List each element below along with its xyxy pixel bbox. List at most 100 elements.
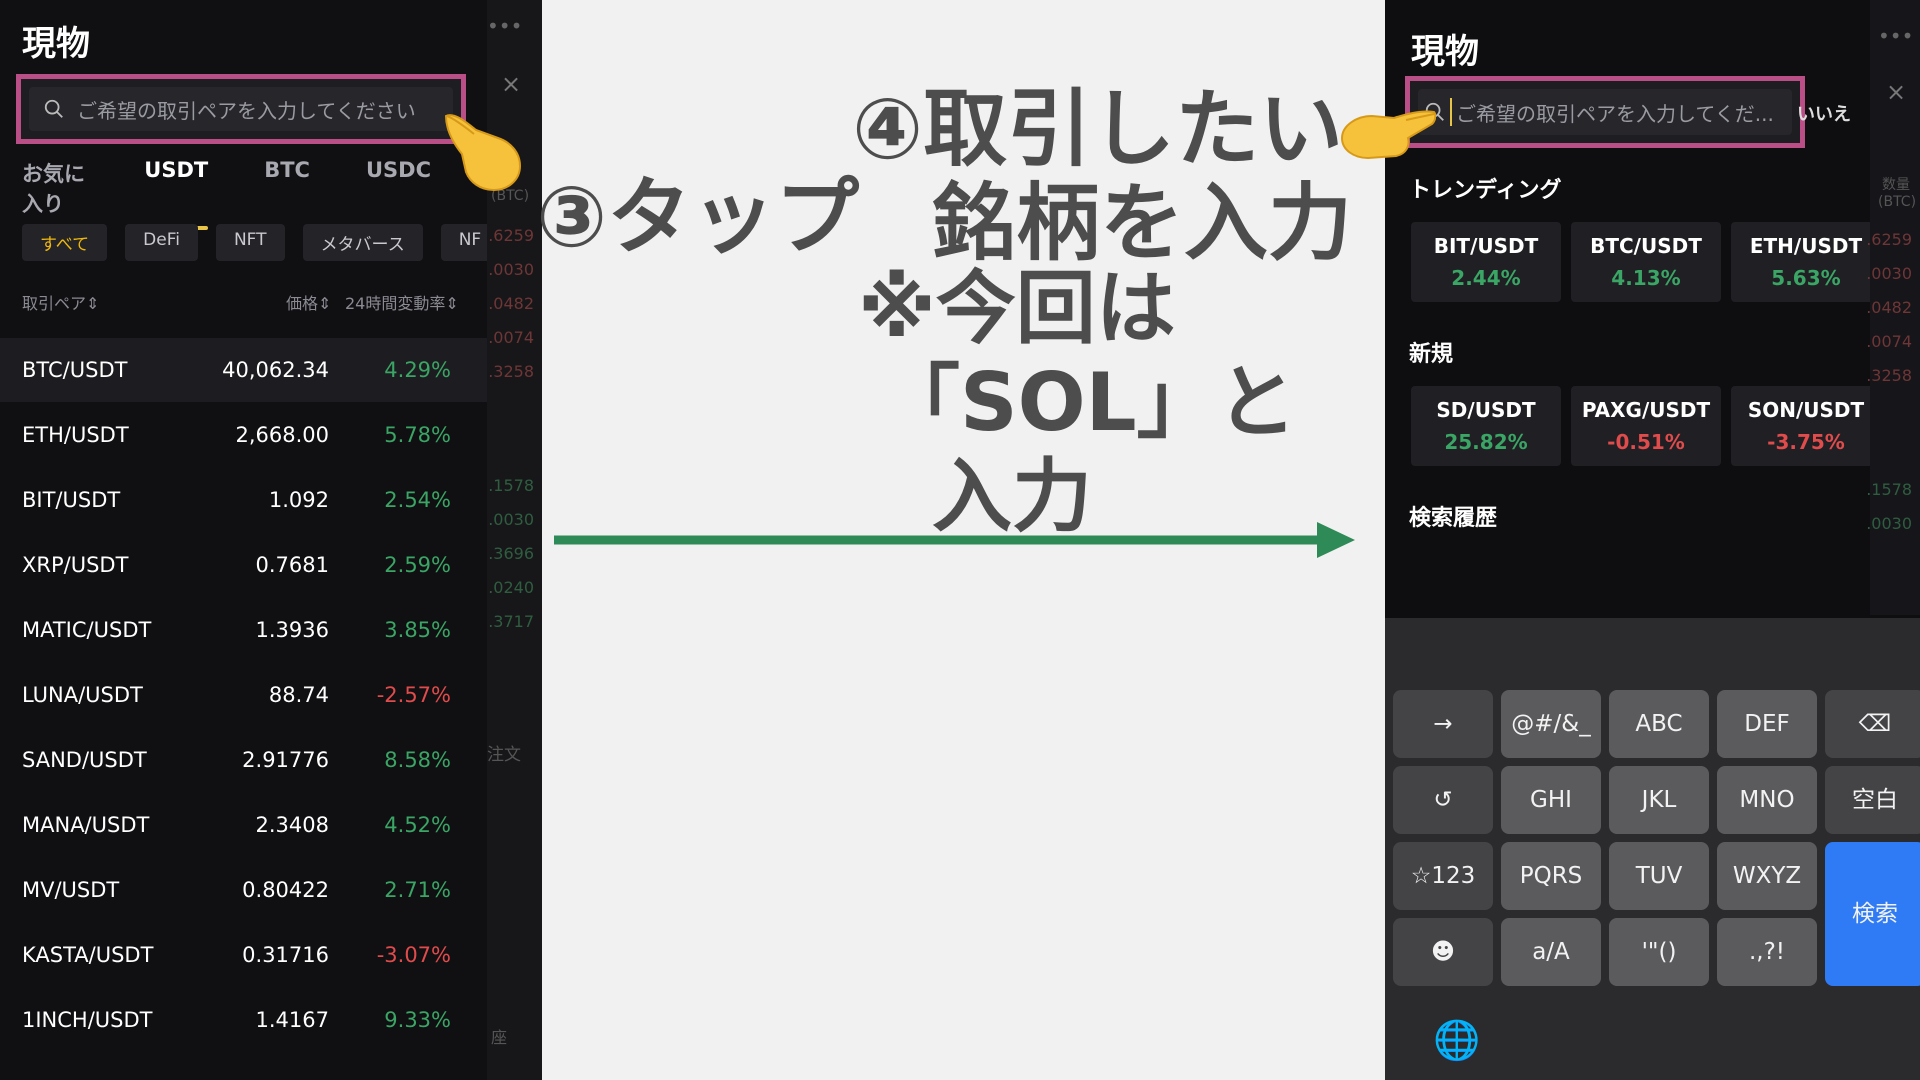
- close-icon[interactable]: ×: [501, 70, 521, 98]
- pair-row[interactable]: LUNA/USDT 88.74 -2.57%: [0, 663, 487, 727]
- key-arrow-right[interactable]: →: [1393, 690, 1493, 758]
- card-change: 2.44%: [1451, 266, 1521, 290]
- more-icon[interactable]: •••: [487, 14, 522, 38]
- pair-row[interactable]: BTC/USDT 40,062.34 4.29%: [0, 338, 487, 402]
- pair-name: BIT/USDT: [22, 488, 121, 512]
- cancel-button[interactable]: いいえ: [1797, 100, 1851, 126]
- pair-name: MV/USDT: [22, 878, 120, 902]
- chip-nft[interactable]: NFT: [215, 224, 285, 261]
- pair-row[interactable]: ETH/USDT 2,668.00 5.78%: [0, 403, 487, 467]
- pair-name: 1INCH/USDT: [22, 1008, 153, 1032]
- chip-all[interactable]: すべて: [22, 224, 108, 261]
- page-title: 現物: [22, 24, 90, 64]
- order-book-value: .0030: [1866, 514, 1912, 533]
- pair-row[interactable]: KASTA/USDT 0.31716 -3.07%: [0, 923, 487, 987]
- quantity-label: 数量: [1882, 177, 1910, 193]
- key-abc[interactable]: ABC: [1609, 690, 1709, 758]
- card-pair: SD/USDT: [1436, 398, 1536, 422]
- tab-favorites[interactable]: お気に入り: [22, 158, 88, 218]
- column-header-pair[interactable]: 取引ペア⇕: [22, 290, 99, 314]
- order-book-value: .0074: [1866, 332, 1912, 351]
- key-space[interactable]: 空白: [1825, 766, 1920, 834]
- search-box-highlight[interactable]: ご希望の取引ペアを入力してくだ...: [1405, 76, 1805, 148]
- pointing-hand-icon: [444, 114, 522, 192]
- pair-row[interactable]: MATIC/USDT 1.3936 3.85%: [0, 598, 487, 662]
- column-header-price[interactable]: 価格⇕: [286, 290, 331, 314]
- pair-row[interactable]: MV/USDT 0.80422 2.71%: [0, 858, 487, 922]
- pair-name: KASTA/USDT: [22, 943, 154, 967]
- pair-change: 2.71%: [384, 878, 451, 902]
- card-change: -3.75%: [1767, 430, 1845, 454]
- account-label: 座: [491, 1028, 508, 1047]
- pair-card[interactable]: BTC/USDT 4.13%: [1571, 222, 1721, 302]
- order-book-value: .0074: [488, 328, 534, 347]
- search-placeholder: ご希望の取引ペアを入力してくだ...: [1456, 101, 1774, 126]
- search-box-highlight[interactable]: ご希望の取引ペアを入力してください: [16, 74, 466, 144]
- key-ghi[interactable]: GHI: [1501, 766, 1601, 834]
- order-book-value: .0482: [488, 294, 534, 313]
- order-book-value: .0482: [1866, 298, 1912, 317]
- key-punctuation[interactable]: .,?!: [1717, 918, 1817, 986]
- more-icon[interactable]: •••: [1878, 24, 1913, 48]
- chip-defi[interactable]: DeFi: [125, 224, 198, 261]
- order-book-value: .3717: [488, 612, 534, 631]
- key-tuv[interactable]: TUV: [1609, 842, 1709, 910]
- pair-price: 0.31716: [242, 943, 329, 967]
- order-book-value: .3258: [1866, 366, 1912, 385]
- pair-card[interactable]: PAXG/USDT -0.51%: [1571, 386, 1721, 466]
- key-emoji[interactable]: ☻: [1393, 918, 1493, 986]
- key-jkl[interactable]: JKL: [1609, 766, 1709, 834]
- search-input[interactable]: ご希望の取引ペアを入力してくだ...: [1418, 89, 1792, 135]
- pair-row[interactable]: 1INCH/USDT 1.4167 9.33%: [0, 988, 487, 1052]
- tab-usdc[interactable]: USDC: [366, 158, 431, 218]
- pair-change: 3.85%: [384, 618, 451, 642]
- card-change: -0.51%: [1607, 430, 1685, 454]
- key-pqrs[interactable]: PQRS: [1501, 842, 1601, 910]
- page-title: 現物: [1411, 32, 1479, 72]
- key-numbers[interactable]: ☆123: [1393, 842, 1493, 910]
- spot-market-list: 現物 ご希望の取引ペアを入力してください お気に入り USDT BTC USDC…: [0, 0, 500, 1080]
- pair-name: LUNA/USDT: [22, 683, 143, 707]
- search-input[interactable]: ご希望の取引ペアを入力してください: [29, 87, 453, 131]
- pair-price: 0.7681: [255, 553, 329, 577]
- chip-metaverse[interactable]: メタバース: [302, 224, 423, 261]
- tab-btc[interactable]: BTC: [264, 158, 310, 218]
- tab-usdt[interactable]: USDT: [144, 158, 208, 230]
- pair-row[interactable]: MANA/USDT 2.3408 4.52%: [0, 793, 487, 857]
- order-book-value: .0030: [488, 510, 534, 529]
- pair-price: 1.092: [268, 488, 329, 512]
- search-key[interactable]: 検索: [1825, 842, 1920, 986]
- card-change: 4.13%: [1611, 266, 1681, 290]
- new-section-title: 新規: [1409, 342, 1454, 367]
- pair-card[interactable]: SON/USDT -3.75%: [1731, 386, 1881, 466]
- key-quotes[interactable]: '"(): [1609, 918, 1709, 986]
- pair-row[interactable]: BIT/USDT 1.092 2.54%: [0, 468, 487, 532]
- key-mno[interactable]: MNO: [1717, 766, 1817, 834]
- key-backspace[interactable]: ⌫: [1825, 690, 1920, 758]
- pair-change: 4.52%: [384, 813, 451, 837]
- flow-arrow: [554, 522, 1355, 558]
- pair-card[interactable]: ETH/USDT 5.63%: [1731, 222, 1881, 302]
- column-header-change[interactable]: 24時間変動率⇕: [345, 290, 459, 314]
- pair-card[interactable]: SD/USDT 25.82%: [1411, 386, 1561, 466]
- order-book-value: .1578: [488, 476, 534, 495]
- key-case-toggle[interactable]: a/A: [1501, 918, 1601, 986]
- key-symbols[interactable]: @#/&_: [1501, 690, 1601, 758]
- right-phone-screen: 現物 ご希望の取引ペアを入力してくだ... いいえ トレンディング BIT/US…: [1385, 0, 1920, 1080]
- pair-change: 2.54%: [384, 488, 451, 512]
- key-wxyz[interactable]: WXYZ: [1717, 842, 1817, 910]
- key-def[interactable]: DEF: [1717, 690, 1817, 758]
- card-pair: BIT/USDT: [1433, 234, 1539, 258]
- key-undo[interactable]: ↺: [1393, 766, 1493, 834]
- pointing-hand-icon: [1340, 110, 1436, 160]
- close-icon[interactable]: ×: [1886, 78, 1906, 106]
- order-label: 注文: [487, 745, 521, 765]
- pair-row[interactable]: SAND/USDT 2.91776 8.58%: [0, 728, 487, 792]
- pair-change: 5.78%: [384, 423, 451, 447]
- pair-row[interactable]: XRP/USDT 0.7681 2.59%: [0, 533, 487, 597]
- globe-icon[interactable]: 🌐: [1433, 1018, 1480, 1063]
- pair-card[interactable]: BIT/USDT 2.44%: [1411, 222, 1561, 302]
- card-pair: BTC/USDT: [1590, 234, 1702, 258]
- pair-price: 2,668.00: [235, 423, 329, 447]
- order-book-value: .0030: [488, 260, 534, 279]
